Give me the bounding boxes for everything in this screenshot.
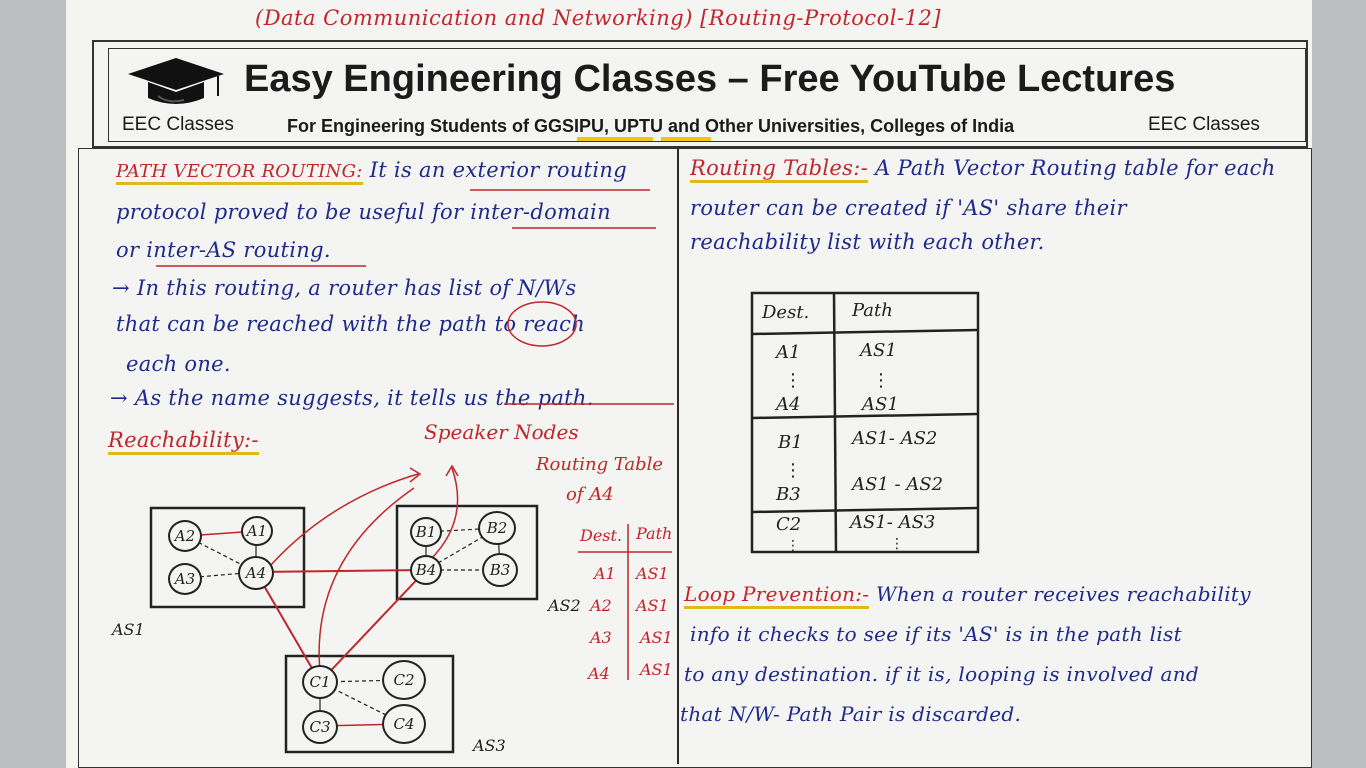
node-b1-label: B1 — [415, 523, 437, 541]
loop-prevention-paragraph: Loop Prevention:- When a router receives… — [684, 582, 1251, 609]
loop-prevention-line4: that N/W- Path Pair is discarded. — [680, 702, 1022, 726]
table-dest-top: C2 — [776, 514, 802, 535]
node-c2: C2 — [382, 660, 426, 700]
a4-row-path: AS1 — [636, 564, 669, 583]
a4-table-header-path: Path — [636, 524, 673, 543]
loop-prevention-line2: info it checks to see if its 'AS' is in … — [690, 622, 1182, 646]
node-b4: B4 — [410, 555, 442, 585]
node-b3: B3 — [482, 553, 518, 587]
point-line-4: → As the name suggests, it tells us the … — [110, 386, 594, 410]
node-a4: A4 — [238, 556, 274, 590]
table-dest-top: B1 — [778, 432, 803, 453]
node-a1: A1 — [241, 516, 273, 546]
uptu-highlight — [661, 137, 711, 141]
as3-label: AS3 — [473, 736, 506, 755]
a4-table-title-2: of A4 — [566, 484, 614, 505]
a4-row-path: AS1 — [640, 628, 673, 647]
a4-row-dest: A2 — [590, 596, 612, 615]
node-b2: B2 — [478, 511, 516, 545]
path-vector-heading: PATH VECTOR ROUTING: — [116, 161, 363, 185]
a4-row-dest: A1 — [594, 564, 616, 583]
as1-label: AS1 — [112, 620, 145, 639]
loop-prevention-line3: to any destination. if it is, looping is… — [684, 662, 1199, 686]
path-vector-line3: or inter-AS routing. — [116, 238, 331, 262]
a4-table-title-1: Routing Table — [536, 454, 664, 475]
path-vector-line2: protocol proved to be useful for inter-d… — [116, 200, 611, 224]
a4-row-path: AS1 — [636, 596, 669, 615]
ggsipu-highlight — [577, 137, 653, 141]
a4-row-dest: A3 — [590, 628, 612, 647]
node-c4-label: C4 — [393, 715, 415, 733]
node-c1-label: C1 — [309, 673, 331, 691]
routing-tables-heading: Routing Tables:- — [690, 156, 869, 183]
loop-prevention-heading: Loop Prevention:- — [684, 582, 870, 609]
as2-label: AS2 — [548, 596, 581, 615]
brand-left-label: EEC Classes — [122, 114, 234, 135]
node-a2-label: A2 — [174, 527, 196, 545]
brand-right-label: EEC Classes — [1148, 114, 1260, 135]
table-dest-bottom: B3 — [776, 484, 801, 505]
a4-table-header-dest: Dest. — [580, 526, 623, 545]
table-path-top: AS1- AS3 — [850, 512, 936, 533]
node-c4: C4 — [382, 704, 426, 744]
table-dest-top: A1 — [776, 342, 801, 363]
node-a1-label: A1 — [246, 522, 268, 540]
table-header-path: Path — [852, 300, 893, 321]
brand-subtitle: For Engineering Students of GGSIPU, UPTU… — [287, 116, 1014, 137]
table-path-top: AS1 — [860, 340, 897, 361]
brand-subtitle-text: For Engineering Students of GGSIPU, UPTU… — [287, 116, 1015, 136]
node-a4-label: A4 — [245, 564, 267, 582]
node-a2: A2 — [168, 520, 202, 552]
node-c1: C1 — [302, 665, 338, 699]
path-vector-line1: It is an exterior routing — [369, 158, 628, 182]
node-c3: C3 — [302, 710, 338, 744]
table-path-bottom: AS1 — [862, 394, 899, 415]
node-b1: B1 — [410, 517, 442, 547]
routing-tables-paragraph: Routing Tables:- A Path Vector Routing t… — [690, 156, 1276, 183]
speaker-nodes-label: Speaker Nodes — [424, 420, 579, 444]
reachability-heading: Reachability:- — [108, 428, 259, 455]
lecture-topic: (Data Communication and Networking) [Rou… — [255, 6, 942, 30]
node-b2-label: B2 — [486, 519, 508, 537]
node-b3-label: B3 — [489, 561, 511, 579]
node-b4-label: B4 — [415, 561, 437, 579]
point-line-1: → In this routing, a router has list of … — [112, 276, 577, 300]
table-dest-bottom: A4 — [776, 394, 801, 415]
board-divider — [677, 148, 679, 764]
table-header-dest: Dest. — [762, 302, 810, 323]
point-line-2: that can be reached with the path to rea… — [116, 312, 586, 336]
brand-title: Easy Engineering Classes – Free YouTube … — [244, 58, 1176, 100]
node-c3-label: C3 — [309, 718, 331, 736]
node-a3: A3 — [168, 563, 202, 595]
routing-tables-line3: reachability list with each other. — [690, 230, 1045, 254]
loop-prevention-line1: When a router receives reachability — [876, 582, 1251, 606]
point-line-3: each one. — [126, 352, 231, 376]
a4-row-path: AS1 — [640, 660, 673, 679]
path-vector-paragraph: PATH VECTOR ROUTING: It is an exterior r… — [116, 158, 628, 185]
a4-row-dest: A4 — [588, 664, 610, 683]
table-path-top: AS1- AS2 — [852, 428, 938, 449]
table-path-bottom: AS1 - AS2 — [852, 474, 944, 495]
node-a3-label: A3 — [174, 570, 196, 588]
routing-tables-line1: A Path Vector Routing table for each — [875, 156, 1276, 180]
node-c2-label: C2 — [393, 671, 415, 689]
routing-tables-line2: router can be created if 'AS' share thei… — [690, 196, 1127, 220]
